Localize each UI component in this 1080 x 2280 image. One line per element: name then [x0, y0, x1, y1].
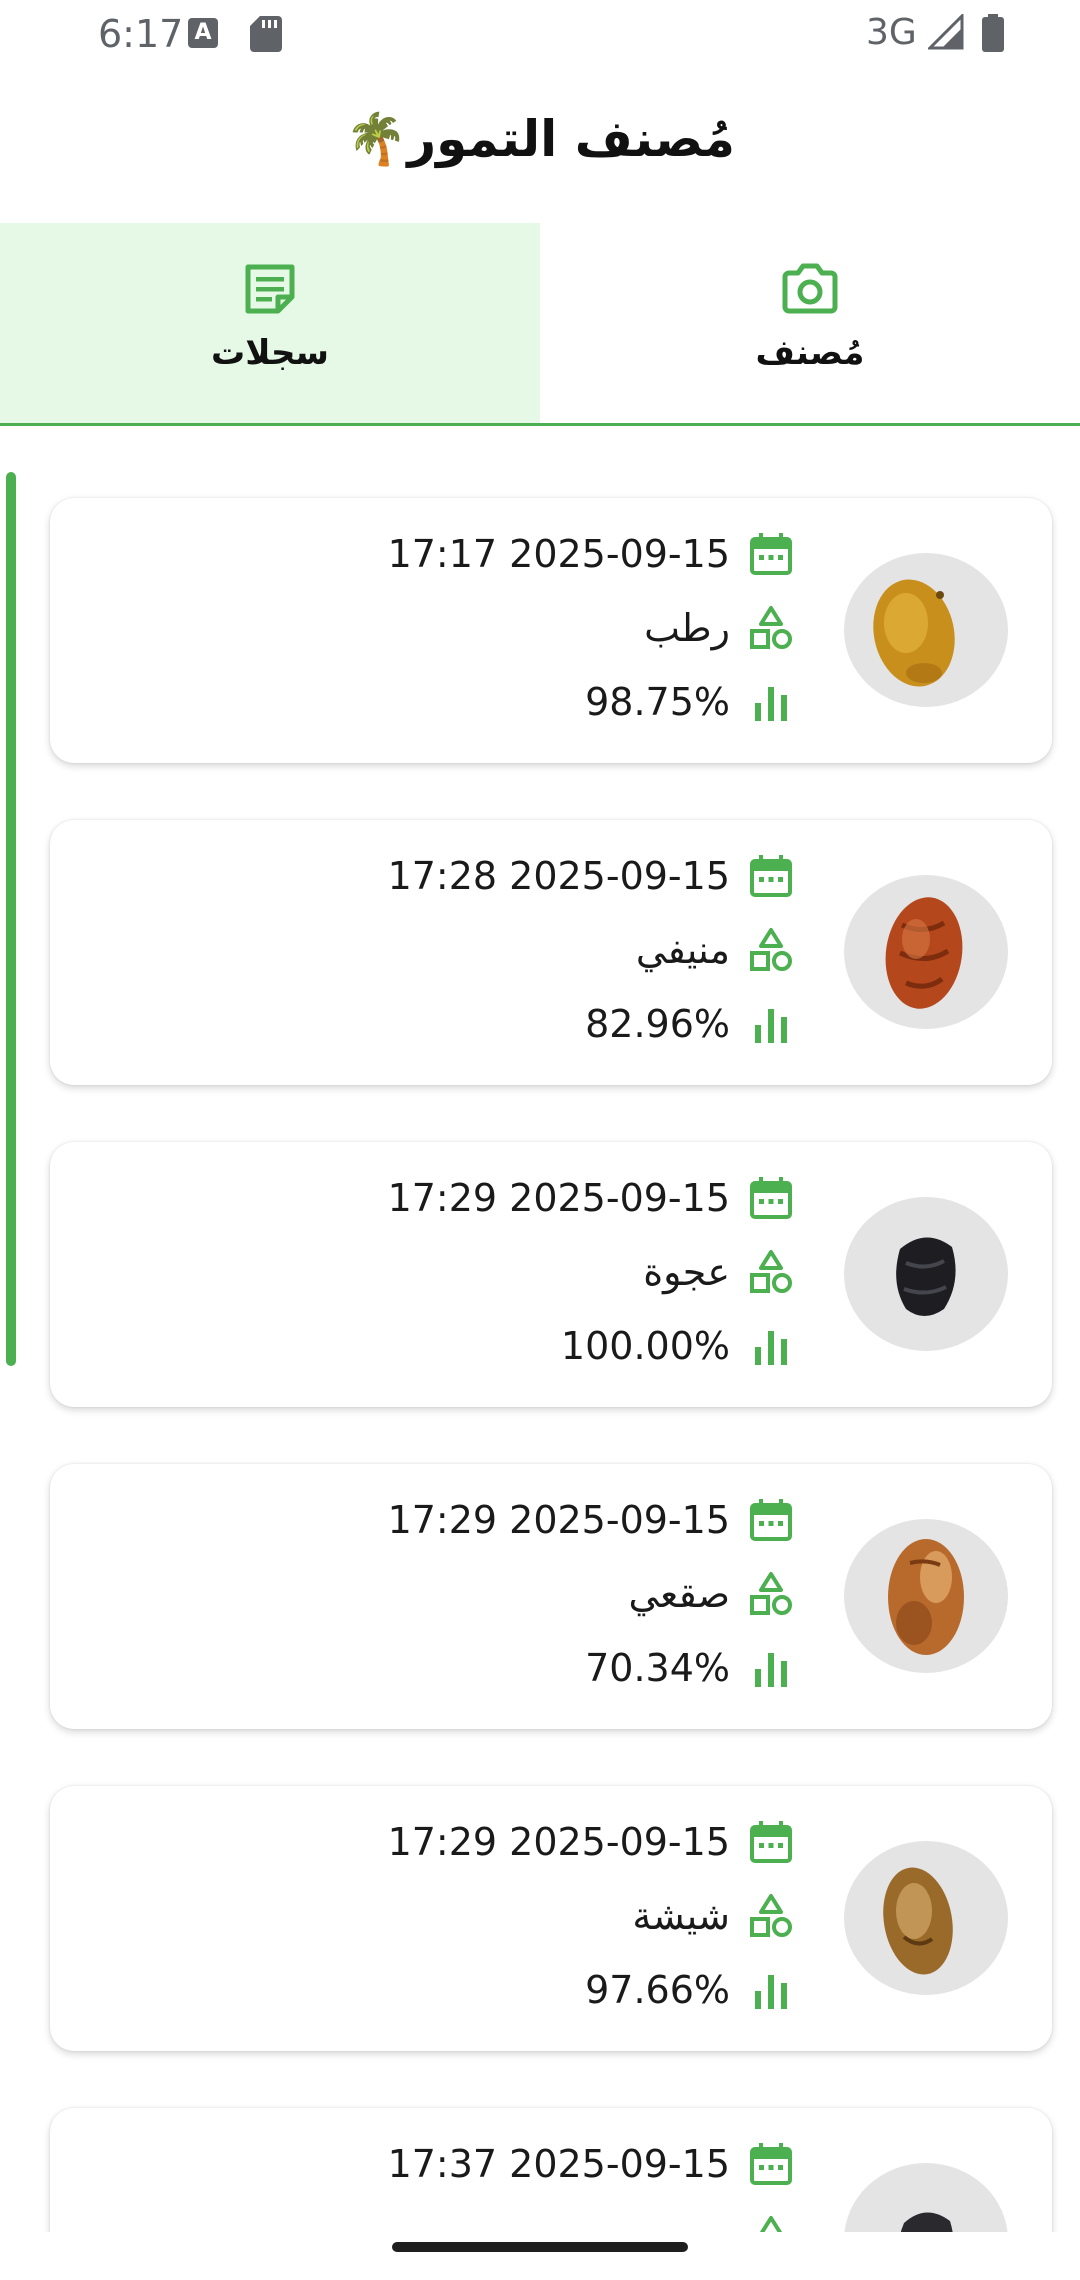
record-confidence: 100.00%	[560, 1324, 730, 1368]
record-datetime: 17:37 2025-09-15	[387, 2142, 730, 2186]
record-confidence: 97.66%	[585, 1968, 730, 2012]
category-icon	[750, 1250, 792, 1293]
record-type: شيشة	[632, 1894, 730, 1938]
record-card[interactable]: 17:29 2025-09-15 عجوة 100.00%	[50, 1142, 1052, 1407]
record-date-row: 17:37 2025-09-15	[388, 2138, 794, 2190]
record-datetime: 17:29 2025-09-15	[387, 1498, 730, 1542]
shishah-date-image	[883, 1867, 953, 1975]
notes-icon	[245, 264, 295, 314]
record-date-row: 17:29 2025-09-15	[388, 1172, 794, 1224]
record-date-row: 17:28 2025-09-15	[388, 850, 794, 902]
category-icon	[750, 1572, 792, 1615]
record-confidence-row: 100.00%	[561, 1320, 794, 1372]
record-datetime: 17:28 2025-09-15	[387, 854, 730, 898]
status-bar: 6:17 A 3G	[0, 0, 1080, 68]
app-title: مُصنف التمور🌴	[345, 110, 735, 168]
calendar-icon	[750, 2143, 792, 2185]
record-confidence-row: 70.34%	[585, 1642, 794, 1694]
ajwa-date-image	[896, 1237, 956, 1316]
record-type: رطب	[644, 606, 730, 650]
home-indicator[interactable]	[392, 2242, 688, 2252]
record-confidence-row: 97.66%	[585, 1964, 794, 2016]
record-card[interactable]: 17:28 2025-09-15 منيفي 82.96%	[50, 820, 1052, 1085]
calendar-icon	[750, 1499, 792, 1541]
bar-chart-icon	[755, 1331, 787, 1365]
tabs-divider	[0, 423, 1080, 426]
record-confidence: 98.75%	[585, 680, 730, 724]
record-type: منيفي	[635, 928, 730, 972]
date-thumbnail	[844, 1519, 1008, 1673]
accessibility-badge-icon: A	[188, 18, 218, 48]
bar-chart-icon	[755, 1653, 787, 1687]
navigation-bar	[0, 2232, 1080, 2280]
record-datetime: 17:29 2025-09-15	[387, 1820, 730, 1864]
calendar-icon	[750, 1821, 792, 1863]
scrollbar[interactable]	[6, 472, 16, 1366]
record-datetime: 17:29 2025-09-15	[387, 1176, 730, 1220]
record-card[interactable]: 17:17 2025-09-15 رطب 98.75%	[50, 498, 1052, 763]
record-type: صقعي	[628, 1572, 731, 1616]
bar-chart-icon	[755, 1975, 787, 2009]
record-confidence: 70.34%	[585, 1646, 730, 1690]
record-confidence-row: 82.96%	[585, 998, 794, 1050]
record-type-row: منيفي	[636, 924, 794, 976]
category-icon	[750, 606, 792, 649]
record-confidence: 82.96%	[585, 1002, 730, 1046]
sd-card-icon	[250, 16, 282, 52]
record-date-row: 17:17 2025-09-15	[388, 528, 794, 580]
calendar-icon	[750, 533, 792, 575]
bar-chart-icon	[755, 1009, 787, 1043]
record-type-row: شيشة	[632, 1890, 794, 1942]
tab-bar: سجلات مُصنف	[0, 223, 1080, 423]
date-thumbnail	[844, 1197, 1008, 1351]
calendar-icon	[750, 855, 792, 897]
record-datetime: 17:17 2025-09-15	[387, 532, 730, 576]
record-type-row: صقعي	[629, 1568, 795, 1620]
category-icon	[750, 1894, 792, 1937]
ruteb-date-image	[873, 579, 955, 687]
network-type: 3G	[866, 12, 917, 53]
status-time: 6:17	[98, 12, 184, 56]
record-card[interactable]: 17:29 2025-09-15 صقعي 70.34%	[50, 1464, 1052, 1729]
date-thumbnail	[844, 1841, 1008, 1995]
bar-chart-icon	[755, 687, 787, 721]
battery-icon	[982, 14, 1004, 52]
tab-records-label: سجلات	[211, 333, 329, 373]
tab-records[interactable]: سجلات	[0, 223, 540, 423]
date-thumbnail	[844, 553, 1008, 707]
record-date-row: 17:29 2025-09-15	[388, 1816, 794, 1868]
record-card[interactable]: 17:29 2025-09-15 شيشة 97.66%	[50, 1786, 1052, 2051]
record-type: عجوة	[643, 1250, 730, 1294]
record-confidence-row: 98.75%	[585, 676, 794, 728]
munifi-date-image	[885, 897, 963, 1009]
saqai-date-image	[888, 1539, 964, 1655]
category-icon	[750, 928, 792, 971]
signal-icon	[928, 14, 964, 50]
record-type-row: عجوة	[643, 1246, 794, 1298]
calendar-icon	[750, 1177, 792, 1219]
screen: 6:17 A 3G مُصنف التمور🌴 سجلات مُصنف 17:1…	[0, 0, 1080, 2280]
tab-classifier-label: مُصنف	[755, 333, 865, 373]
record-type-row: رطب	[644, 602, 794, 654]
tab-classifier[interactable]: مُصنف	[540, 223, 1080, 423]
record-date-row: 17:29 2025-09-15	[388, 1494, 794, 1546]
camera-icon	[782, 263, 838, 314]
date-thumbnail	[844, 875, 1008, 1029]
